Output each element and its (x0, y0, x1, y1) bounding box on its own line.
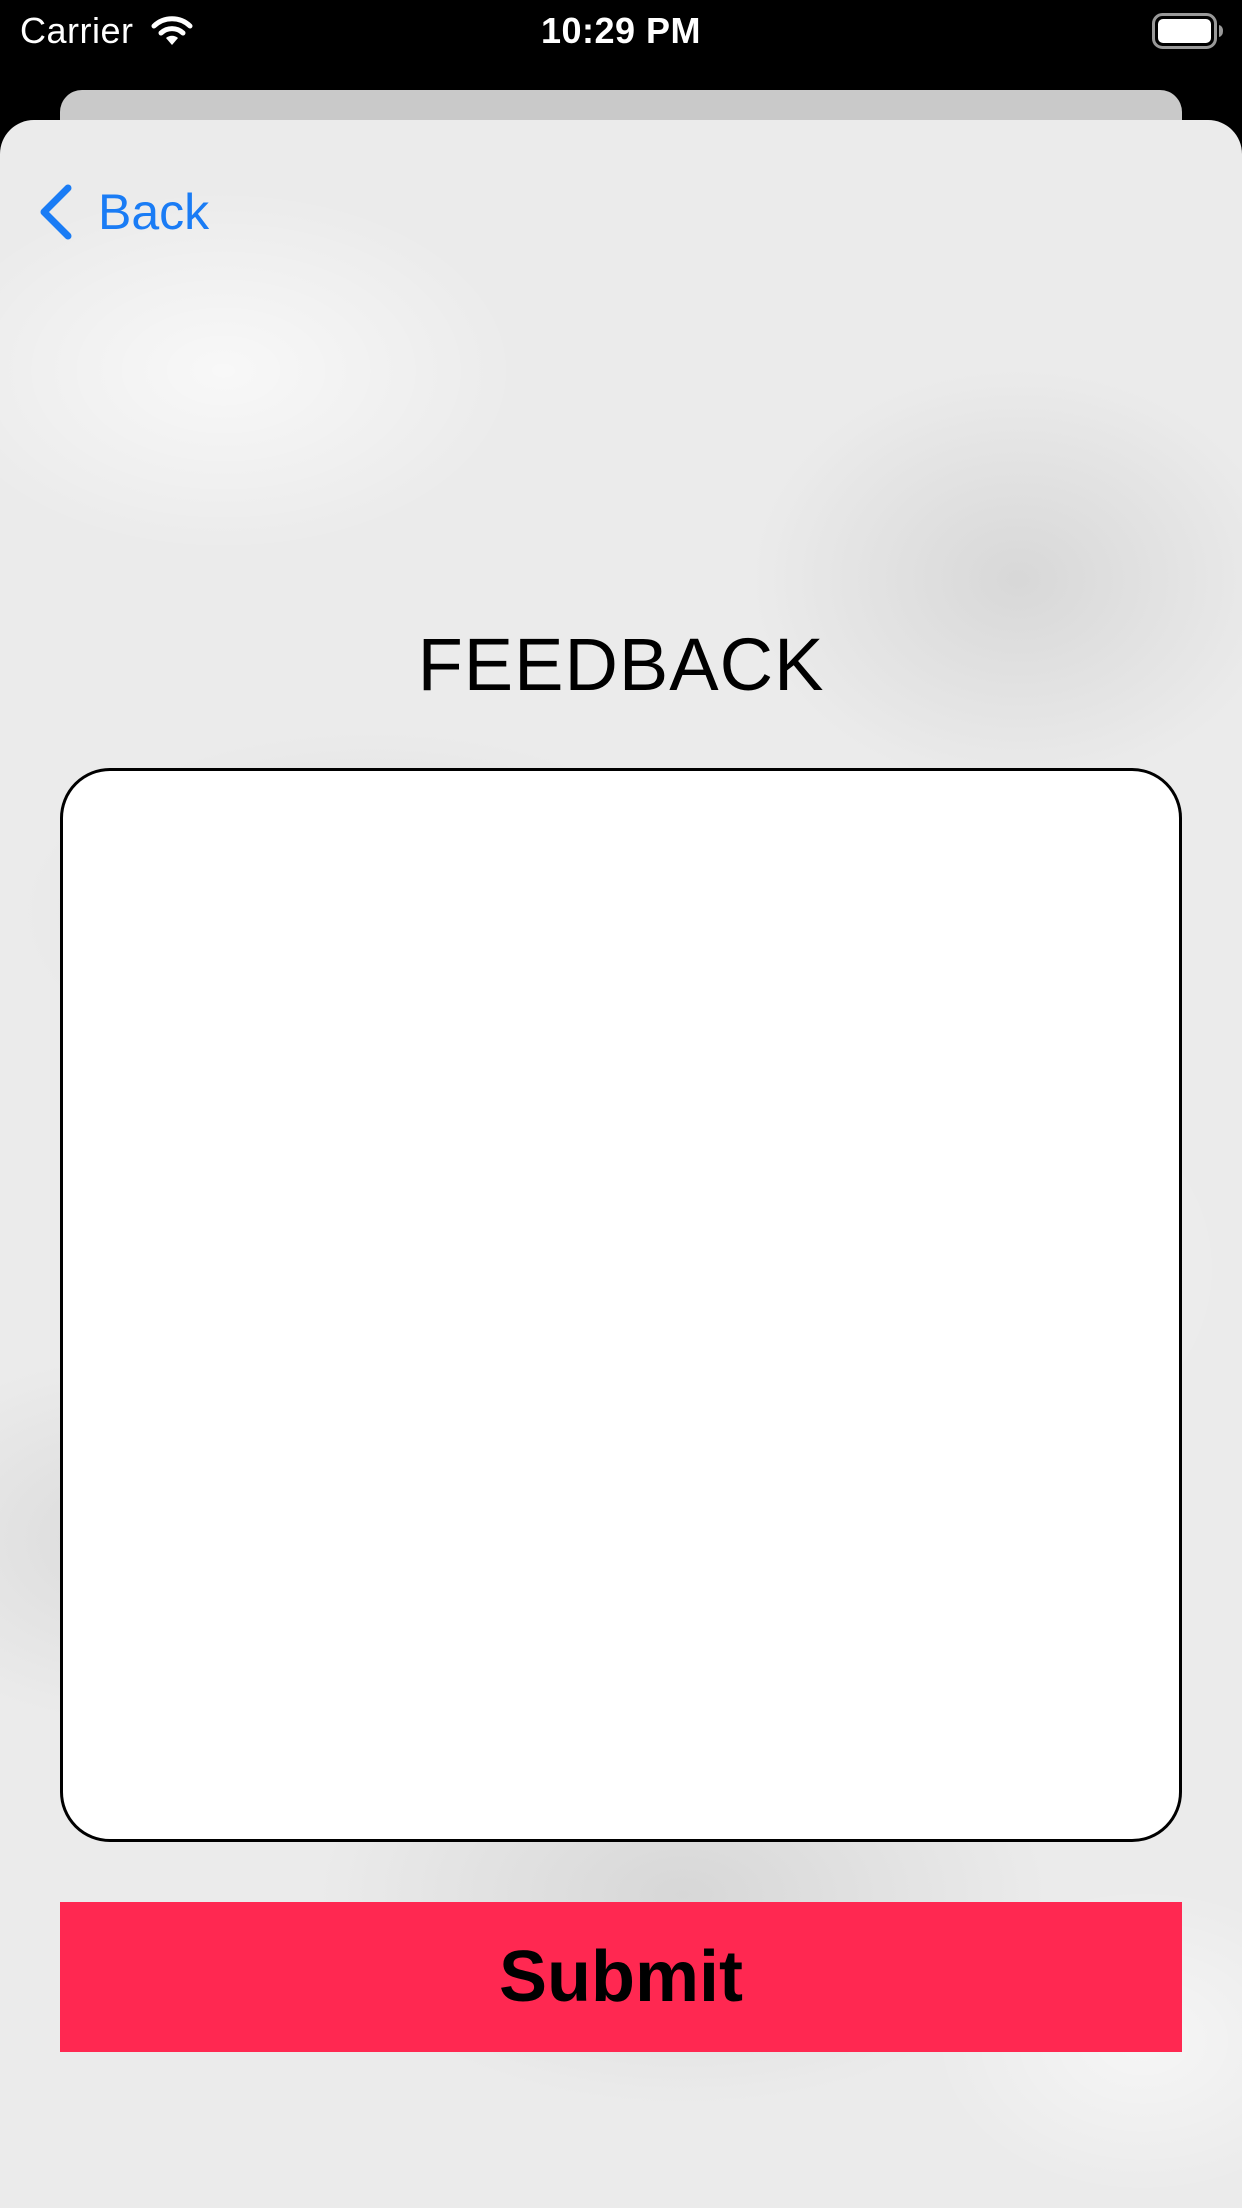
submit-button[interactable]: Submit (60, 1902, 1182, 2052)
chevron-left-icon (36, 182, 76, 242)
battery-icon (1152, 13, 1224, 49)
status-bar: Carrier 10:29 PM (0, 0, 1242, 62)
back-button[interactable]: Back (36, 172, 209, 252)
page-title: FEEDBACK (417, 623, 825, 706)
back-button-label: Back (98, 184, 210, 240)
feedback-text-area[interactable] (60, 768, 1182, 1842)
feedback-sheet: Back FEEDBACK Submit (0, 120, 1242, 2208)
status-time: 10:29 PM (540, 10, 702, 51)
